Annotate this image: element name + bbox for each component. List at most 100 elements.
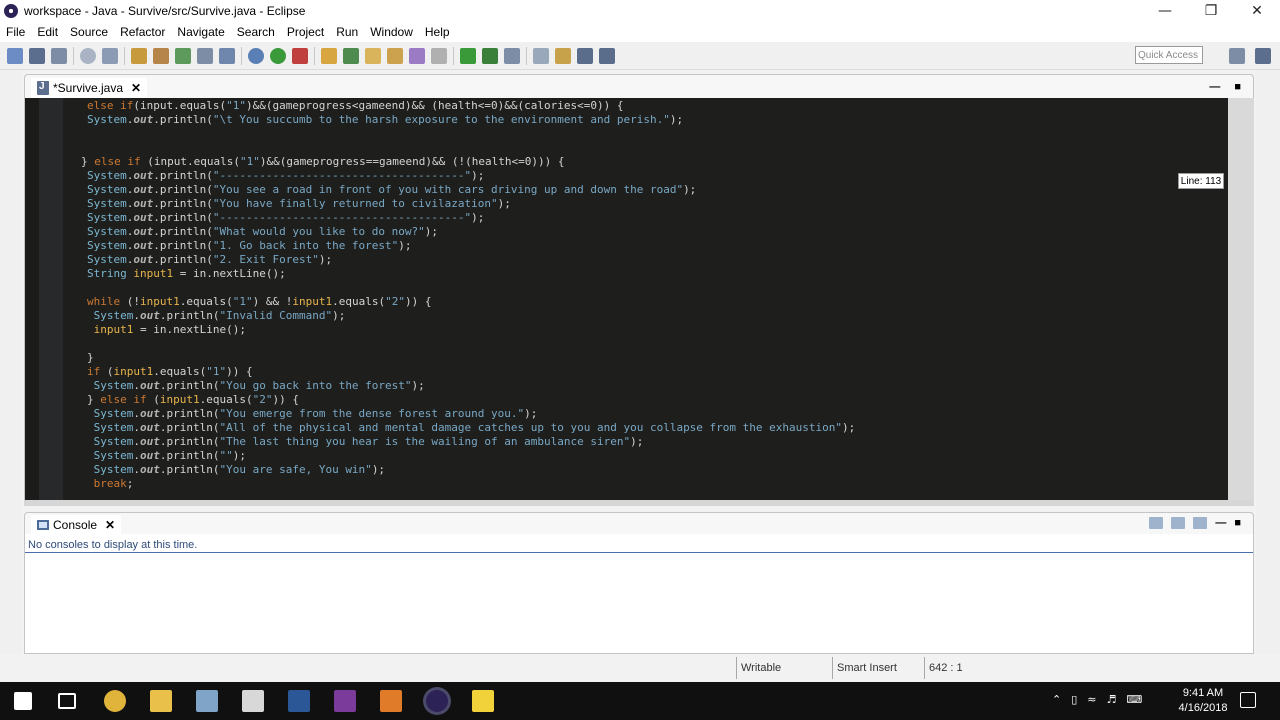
highlight-icon[interactable]	[482, 47, 498, 64]
next-annotation-icon[interactable]	[533, 47, 549, 64]
console-view-icon[interactable]	[460, 47, 476, 64]
code-line[interactable]: while (!input1.equals("1") && !input1.eq…	[71, 295, 1171, 309]
maximize-console-icon[interactable]: ■	[1234, 517, 1241, 529]
code-line[interactable]: System.out.println("The last thing you h…	[71, 435, 1171, 449]
code-line[interactable]: String input1 = in.nextLine();	[71, 267, 1171, 281]
chevron-up-icon[interactable]: ⌃	[1052, 693, 1061, 706]
menu-file[interactable]: File	[0, 25, 31, 39]
code-line[interactable]: System.out.println("You see a road in fr…	[71, 183, 1171, 197]
sticky-notes-icon[interactable]	[472, 690, 494, 712]
java-icon[interactable]	[380, 690, 402, 712]
keyboard-icon[interactable]: ⌨	[1126, 693, 1142, 706]
last-edit-icon[interactable]	[555, 47, 571, 64]
code-line[interactable]: } else if (input1.equals("2")) {	[71, 393, 1171, 407]
menu-refactor[interactable]: Refactor	[114, 25, 171, 39]
editor-overview-ruler[interactable]	[1228, 98, 1254, 504]
code-line[interactable]: if (input1.equals("1")) {	[71, 365, 1171, 379]
minimize-console-icon[interactable]: —	[1215, 517, 1226, 529]
debug-run-icon[interactable]	[248, 47, 264, 64]
code-line[interactable]	[71, 281, 1171, 295]
code-line[interactable]: break;	[71, 477, 1171, 491]
open-file-icon[interactable]	[387, 47, 403, 64]
code-line[interactable]: System.out.println("\t You succumb to th…	[71, 113, 1171, 127]
tray-clock[interactable]: 9:41 AM 4/16/2018	[1172, 686, 1234, 716]
new-package-icon[interactable]	[153, 47, 169, 64]
restore-button[interactable]: ❐	[1188, 0, 1234, 22]
code-line[interactable]: } else if (input.equals("1")&&(gameprogr…	[71, 155, 1171, 169]
new-class-icon[interactable]	[175, 47, 191, 64]
menu-window[interactable]: Window	[364, 25, 419, 39]
notification-icon[interactable]	[1240, 692, 1256, 708]
pin-console-icon[interactable]	[1171, 517, 1186, 529]
volume-icon[interactable]: ♬	[1107, 693, 1117, 706]
close-icon[interactable]: ✕	[131, 81, 141, 95]
refresh-icon[interactable]	[343, 47, 359, 64]
editor-horizontal-scrollbar[interactable]	[24, 500, 1254, 506]
task-icon[interactable]	[431, 47, 447, 64]
menu-run[interactable]: Run	[330, 25, 364, 39]
back-icon[interactable]	[577, 47, 593, 64]
menu-edit[interactable]: Edit	[31, 25, 64, 39]
task-view-icon[interactable]	[58, 693, 76, 709]
menu-search[interactable]: Search	[231, 25, 281, 39]
quick-access-input[interactable]: Quick Access	[1135, 46, 1203, 64]
open-type-icon[interactable]	[197, 47, 213, 64]
display-console-icon[interactable]	[1149, 517, 1164, 529]
java-perspective-icon[interactable]	[1255, 48, 1271, 64]
menu-source[interactable]: Source	[64, 25, 114, 39]
new-folder-icon[interactable]	[321, 47, 337, 64]
open-folder-icon[interactable]	[365, 47, 381, 64]
onenote-icon[interactable]	[334, 690, 356, 712]
forward-icon[interactable]	[599, 47, 615, 64]
code-line[interactable]: System.out.println("All of the physical …	[71, 421, 1171, 435]
photos-icon[interactable]	[196, 690, 218, 712]
menu-navigate[interactable]: Navigate	[171, 25, 230, 39]
code-line[interactable]: }	[71, 351, 1171, 365]
file-explorer-icon[interactable]	[150, 690, 172, 712]
code-line[interactable]: System.out.println("1. Go back into the …	[71, 239, 1171, 253]
new-java-project-icon[interactable]	[131, 47, 147, 64]
code-line[interactable]: System.out.println("--------------------…	[71, 169, 1171, 183]
code-line[interactable]: System.out.println("Invalid Command");	[71, 309, 1171, 323]
code-line[interactable]: System.out.println("You emerge from the …	[71, 407, 1171, 421]
windows-start-icon[interactable]	[14, 692, 32, 710]
external-tools-icon[interactable]	[292, 47, 308, 64]
word-icon[interactable]	[288, 690, 310, 712]
annotation-icon[interactable]	[504, 47, 520, 64]
debug-icon[interactable]	[102, 47, 118, 64]
run-icon[interactable]	[270, 47, 286, 64]
code-line[interactable]	[71, 127, 1171, 141]
code-line[interactable]: else if(input.equals("1")&&(gameprogress…	[71, 99, 1171, 113]
minimize-editor-icon[interactable]: —	[1209, 81, 1220, 93]
pen-icon[interactable]	[409, 47, 425, 64]
code-line[interactable]: System.out.println("");	[71, 449, 1171, 463]
new-icon[interactable]	[7, 47, 23, 64]
minimize-button[interactable]: —	[1142, 0, 1188, 22]
code-line[interactable]: System.out.println("You go back into the…	[71, 379, 1171, 393]
save-icon[interactable]	[29, 47, 45, 64]
eclipse-taskbar-icon[interactable]	[426, 690, 448, 712]
toggle-mark-icon[interactable]	[219, 47, 235, 64]
open-perspective-icon[interactable]	[1229, 48, 1245, 64]
close-icon[interactable]: ✕	[105, 518, 115, 532]
editor-tab-survive[interactable]: *Survive.java ✕	[31, 78, 148, 98]
save-all-icon[interactable]	[51, 47, 67, 64]
skip-breakpoints-icon[interactable]	[80, 47, 96, 64]
code-line[interactable]	[71, 337, 1171, 351]
code-editor[interactable]: else if(input.equals("1")&&(gameprogress…	[24, 98, 1254, 504]
maximize-editor-icon[interactable]: ■	[1234, 81, 1241, 93]
tab-console[interactable]: Console ✕	[31, 515, 122, 535]
code-line[interactable]: System.out.println("You have finally ret…	[71, 197, 1171, 211]
open-console-icon[interactable]	[1193, 517, 1208, 529]
wifi-icon[interactable]: ≈	[1087, 693, 1096, 706]
menu-project[interactable]: Project	[281, 25, 330, 39]
menu-help[interactable]: Help	[419, 25, 456, 39]
code-line[interactable]: System.out.println("You are safe, You wi…	[71, 463, 1171, 477]
code-line[interactable]	[71, 141, 1171, 155]
close-button[interactable]: ✕	[1234, 0, 1280, 22]
code-line[interactable]: input1 = in.nextLine();	[71, 323, 1171, 337]
code-line[interactable]: System.out.println("2. Exit Forest");	[71, 253, 1171, 267]
code-line[interactable]: System.out.println("What would you like …	[71, 225, 1171, 239]
chrome-icon[interactable]	[104, 690, 126, 712]
code-text[interactable]: else if(input.equals("1")&&(gameprogress…	[71, 98, 1171, 491]
